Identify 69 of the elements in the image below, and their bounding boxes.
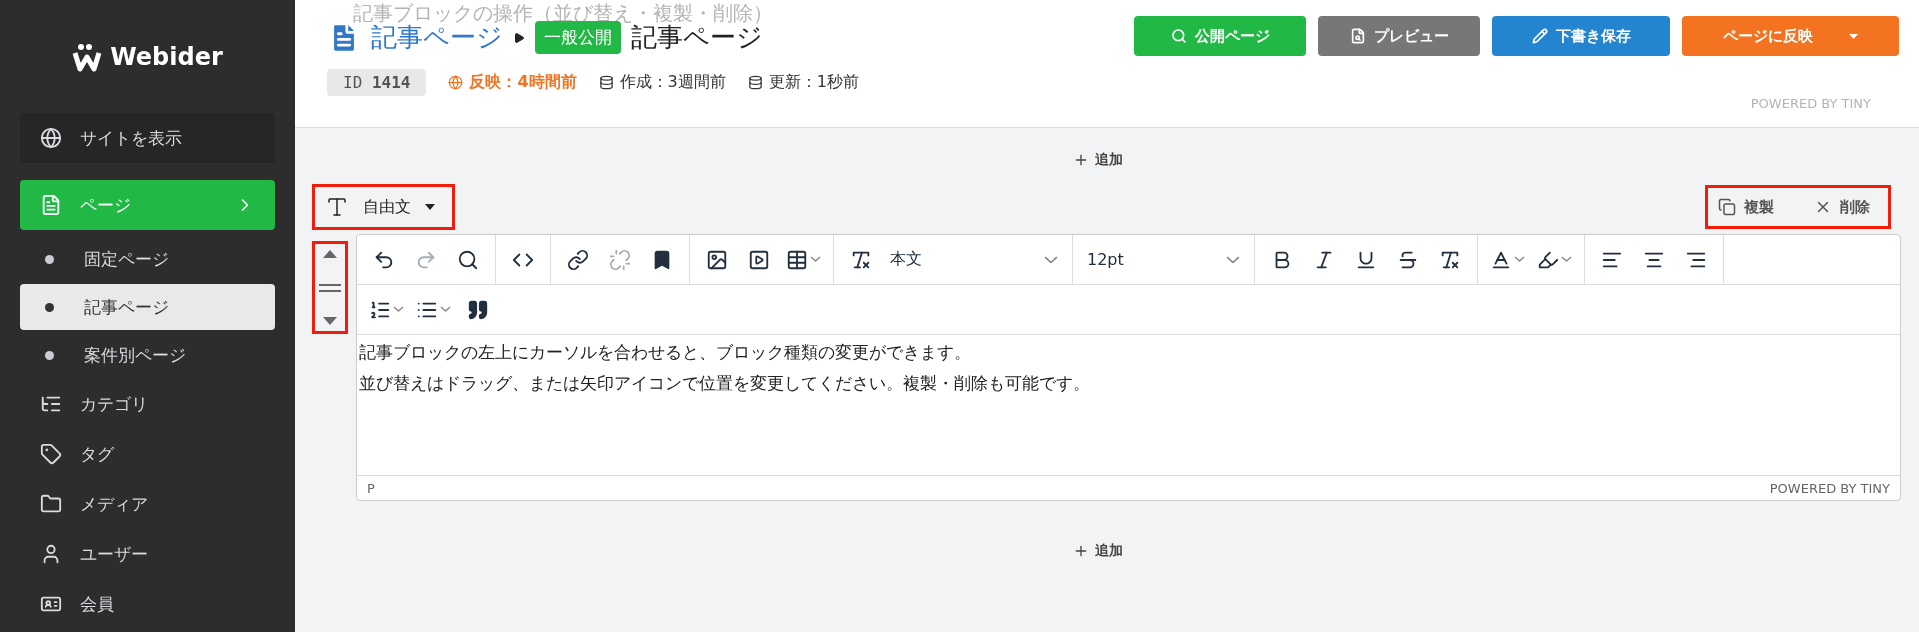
database-icon	[747, 75, 763, 90]
block-mover[interactable]	[312, 241, 348, 334]
sidebar-item[interactable]: ユーザー	[20, 529, 275, 579]
chevron-icon	[440, 306, 451, 313]
folder-icon	[40, 493, 62, 515]
media-icon	[748, 248, 770, 271]
bullet-icon	[45, 254, 54, 264]
table-icon	[786, 248, 808, 271]
chevron-icon	[1044, 255, 1058, 264]
pencil-icon	[1531, 28, 1548, 44]
chevron-icon	[393, 306, 404, 313]
page-title: 記事ページ	[631, 22, 763, 54]
document-icon	[40, 194, 62, 216]
unlink-icon	[609, 248, 631, 271]
down-arrow-icon[interactable]	[323, 317, 337, 325]
draft-button[interactable]: 下書き保存	[1492, 16, 1670, 56]
globe-icon	[448, 75, 464, 90]
paragraph: 並び替えはドラッグ、または矢印アイコンで位置を変更してください。複製・削除も可能です。	[359, 372, 1091, 395]
chevron-icon	[1226, 255, 1240, 264]
plus-icon	[1073, 543, 1089, 559]
copy-icon	[1718, 198, 1736, 216]
chevron-icon	[810, 256, 821, 263]
preview-button[interactable]: プレビュー	[1318, 16, 1480, 56]
tag-icon	[40, 443, 62, 465]
sidebar-subitem[interactable]: 記事ページ	[20, 284, 275, 330]
sidebar-item[interactable]: メディア	[20, 479, 275, 529]
up-arrow-icon[interactable]	[323, 250, 337, 258]
sidebar-item[interactable]: タグ	[20, 429, 275, 479]
link-icon	[567, 248, 589, 271]
chevron-icon	[1514, 256, 1525, 263]
search-icon	[457, 248, 479, 271]
add-button[interactable]: 追加	[1067, 150, 1129, 170]
sidebar-item[interactable]: サイトを表示	[20, 113, 275, 163]
caret-icon	[425, 204, 435, 210]
paragraph: 記事ブロックの左上にカーソルを合わせると、ブロック種類の変更ができます。	[359, 341, 972, 364]
sidebar-subitem[interactable]: 固定ページ	[20, 236, 275, 282]
sidebar-item[interactable]: カテゴリ	[20, 379, 275, 429]
bullet-icon	[45, 350, 54, 360]
sidebar-subitem[interactable]: 案件別ページ	[20, 332, 275, 378]
delete-button[interactable]: 削除	[1814, 197, 1870, 217]
id-badge: ID 1414	[327, 69, 427, 96]
text-type-icon	[325, 195, 349, 219]
chevron-icon	[1561, 256, 1572, 263]
image-icon	[706, 248, 728, 271]
copy-button[interactable]: 複製	[1718, 197, 1774, 217]
caret-icon	[1849, 33, 1858, 39]
element-path: P	[367, 480, 375, 496]
sidebar-item[interactable]: 会員	[20, 579, 275, 629]
database-icon	[598, 75, 614, 90]
meta-text: 更新：1秒前	[768, 72, 859, 93]
meta-text: 反映：4時間前	[469, 72, 577, 93]
bullet-icon	[45, 302, 54, 312]
caret-icon	[513, 31, 525, 44]
block-type-select[interactable]: 自由文	[312, 184, 455, 230]
format-select[interactable]: 本文	[884, 240, 1064, 279]
logo-icon	[72, 41, 103, 72]
quote-icon	[467, 298, 489, 321]
meta-text: 作成：3週間前	[619, 72, 726, 93]
powered-by-text: POWERED BY TINY	[1769, 480, 1890, 496]
search-icon	[1349, 28, 1366, 44]
drag-handle-icon[interactable]	[319, 283, 341, 292]
search-icon	[1170, 28, 1187, 44]
plus-icon	[1073, 152, 1089, 168]
status-badge: 一般公開	[535, 21, 621, 54]
add-button[interactable]: 追加	[1067, 541, 1129, 561]
globe-icon	[40, 127, 62, 149]
logo-text: Webider	[110, 42, 223, 71]
format-select[interactable]: 12pt	[1081, 240, 1246, 279]
ghost-footer: POWERED BY TINY	[1750, 96, 1871, 111]
